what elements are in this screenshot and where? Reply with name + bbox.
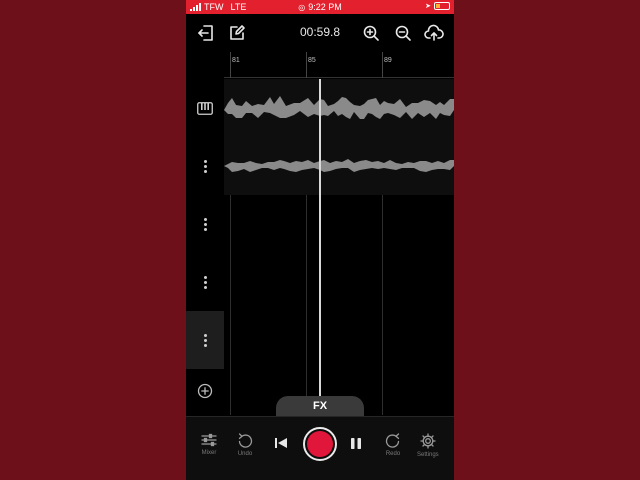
alarm-icon: ◎ <box>298 2 306 12</box>
ruler-tick <box>382 52 383 78</box>
redo-button[interactable]: Redo <box>385 433 401 457</box>
ruler-marker: 89 <box>384 57 392 64</box>
zoom-in-icon <box>363 25 379 41</box>
kebab-menu-icon[interactable] <box>203 333 207 347</box>
edit-button[interactable] <box>226 22 248 44</box>
track-lane-1[interactable] <box>224 79 454 137</box>
transport-bar: Mixer Undo Redo Settings <box>186 416 454 480</box>
battery-icon <box>434 2 450 10</box>
mixer-icon <box>201 433 217 447</box>
top-toolbar: 00:59.8 <box>186 14 454 50</box>
waveform-track-1 <box>224 96 454 119</box>
track-header-2[interactable] <box>186 137 224 195</box>
gear-icon <box>420 433 436 449</box>
pause-button[interactable] <box>350 437 362 450</box>
track-lane-3[interactable] <box>224 195 454 253</box>
playhead[interactable] <box>319 79 321 397</box>
redo-icon <box>385 433 400 448</box>
status-bar: TFW LTE ◎ 9:22 PM ➤ <box>186 0 454 14</box>
track-header-1[interactable] <box>186 79 224 137</box>
exit-icon <box>198 25 213 41</box>
kebab-menu-icon[interactable] <box>203 217 207 231</box>
status-right: ➤ <box>425 2 450 10</box>
upload-button[interactable] <box>423 22 445 44</box>
phone-screen: TFW LTE ◎ 9:22 PM ➤ 00:59.8 81 85 89 FX … <box>186 0 454 480</box>
pause-icon <box>351 438 361 449</box>
kebab-menu-icon[interactable] <box>203 159 207 173</box>
track-header-5[interactable] <box>186 311 224 369</box>
waveform-track-2 <box>224 159 454 172</box>
ruler-marker: 85 <box>308 57 316 64</box>
mixer-button[interactable]: Mixer <box>201 433 217 456</box>
zoom-in-button[interactable] <box>360 22 382 44</box>
redo-label: Redo <box>385 451 401 457</box>
ruler-tick <box>306 52 307 78</box>
skip-back-icon <box>275 438 287 448</box>
undo-icon <box>238 433 253 448</box>
undo-label: Undo <box>237 451 253 457</box>
add-track-button[interactable] <box>186 371 224 411</box>
ruler-marker: 81 <box>232 57 240 64</box>
track-lane-2[interactable] <box>224 137 454 195</box>
fx-button[interactable]: FX <box>276 396 364 416</box>
ruler-tick <box>230 52 231 78</box>
exit-button[interactable] <box>195 22 217 44</box>
edit-icon <box>230 25 245 40</box>
add-circle-icon <box>197 383 213 399</box>
timeline-ruler[interactable]: 81 85 89 <box>224 52 454 78</box>
settings-label: Settings <box>417 452 439 458</box>
kebab-menu-icon[interactable] <box>203 275 207 289</box>
upload-icon <box>424 24 444 41</box>
zoom-out-button[interactable] <box>392 22 414 44</box>
skip-back-button[interactable] <box>274 437 288 449</box>
undo-button[interactable]: Undo <box>237 433 253 457</box>
settings-button[interactable]: Settings <box>417 433 439 458</box>
record-button[interactable] <box>303 427 337 461</box>
zoom-out-icon <box>395 25 411 41</box>
mixer-label: Mixer <box>201 450 217 456</box>
status-center: ◎ 9:22 PM <box>186 2 454 12</box>
status-time: 9:22 PM <box>308 2 342 12</box>
piano-icon <box>197 101 213 115</box>
track-lane-5[interactable] <box>224 311 454 369</box>
location-icon: ➤ <box>425 3 431 10</box>
record-icon <box>307 431 333 457</box>
track-header-4[interactable] <box>186 253 224 311</box>
track-lane-4[interactable] <box>224 253 454 311</box>
track-header-3[interactable] <box>186 195 224 253</box>
time-display: 00:59.8 <box>299 25 341 39</box>
